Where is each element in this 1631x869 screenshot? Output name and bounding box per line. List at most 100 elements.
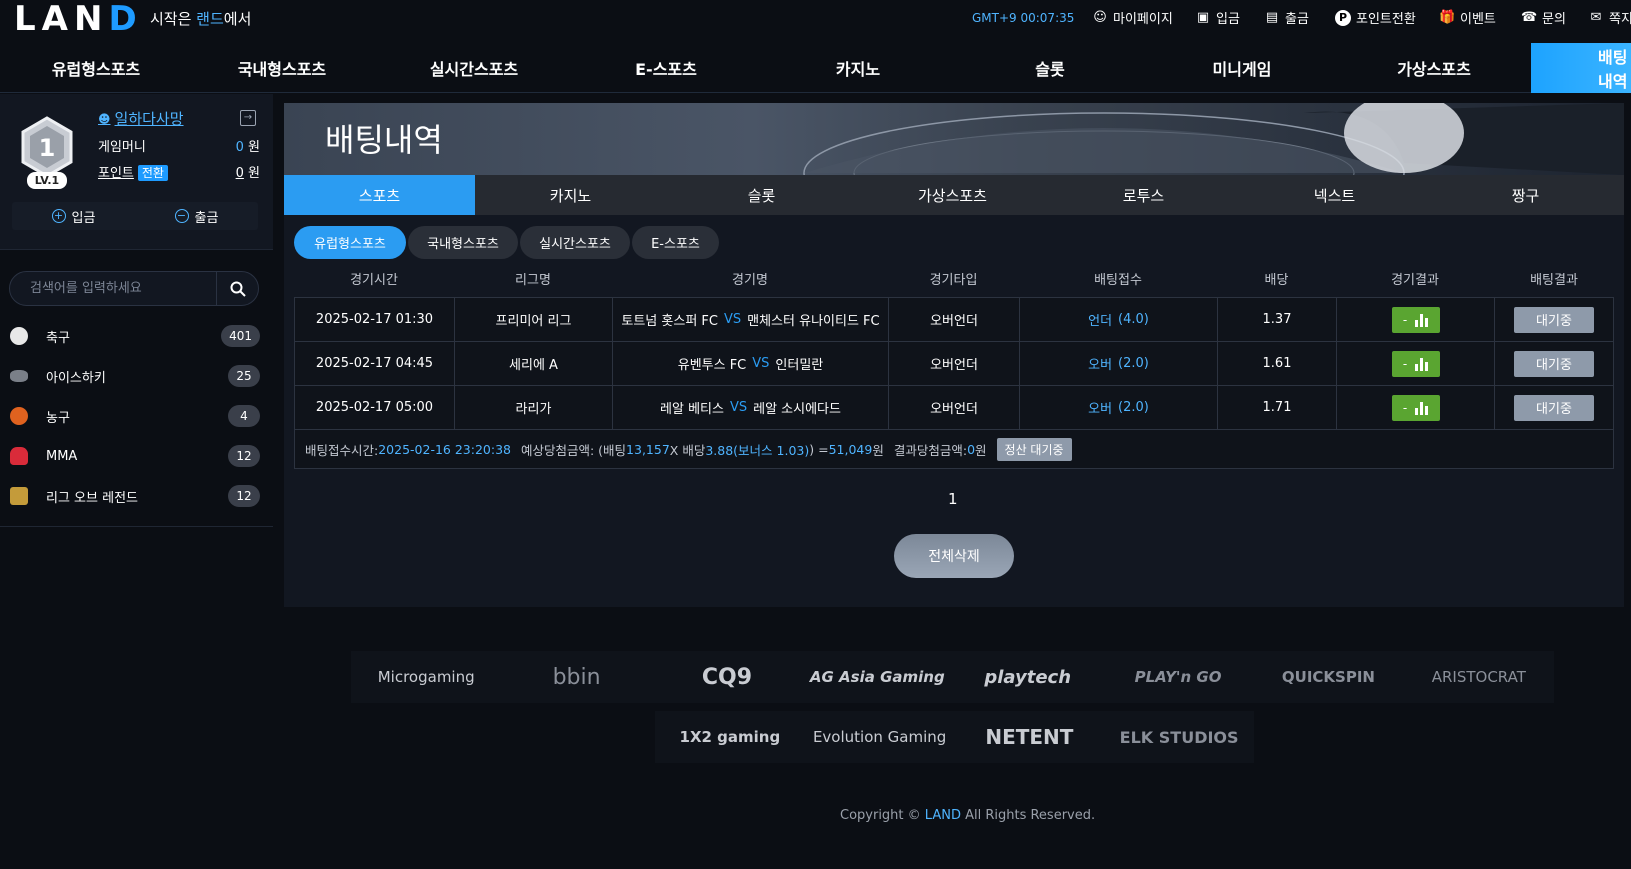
slogan: 시작은 랜드에서 [150,10,252,28]
bet-summary: 배팅접수시간: 2025-02-16 23:20:38 예상당첨금액: (배팅 … [295,430,1613,468]
sidebar-deposit-button[interactable]: + 입금 [12,202,135,230]
sidebar-sport-mma[interactable]: MMA 12 [10,437,260,475]
deposit-withdraw-bar: + 입금 − 출금 [12,202,258,230]
bar-chart-icon [1415,401,1429,415]
col-league: 리그명 [515,273,551,288]
subtab-live-sports[interactable]: 실시간스포츠 [520,226,630,259]
inquiry-link[interactable]: ☎ 문의 [1521,8,1566,28]
col-odds: 배당 [1264,273,1289,288]
subtab-esports[interactable]: E-스포츠 [632,226,719,259]
basketball-icon [10,407,28,425]
tab-slot[interactable]: 슬롯 [666,175,857,215]
mypage-link[interactable]: ☺ 마이페이지 [1092,8,1173,28]
status-badge: 대기중 [1514,394,1594,421]
headset-icon: ☎ [1521,9,1538,25]
search-button[interactable] [216,272,258,305]
col-bet-result: 배팅결과 [1530,273,1578,288]
subtab-domestic-sports[interactable]: 국내형스포츠 [408,226,518,259]
withdraw-link[interactable]: ▤ 출금 [1264,8,1309,28]
col-match-time: 경기시간 [350,273,398,288]
match-result-button[interactable]: - [1391,306,1440,333]
nav-virtual-sports[interactable]: 가상스포츠 [1338,43,1530,93]
point-convert-link[interactable]: P 포인트전환 [1335,8,1416,27]
provider-logo: CQ9 [701,664,753,690]
tab-jjanggu[interactable]: 짱구 [1430,175,1621,215]
main-nav: 유럽형스포츠 국내형스포츠 실시간스포츠 E-스포츠 카지노 슬롯 미니게임 가… [0,43,1631,93]
sidebar-sport-hockey[interactable]: 아이스하키 25 [10,357,260,395]
user-icon: ☻ [98,111,111,126]
table-row: 2025-02-17 01:30 프리미어 리그 토트넘 홋스퍼 FC VS 맨체스… [295,298,1613,342]
search-box [9,271,259,306]
delete-all-button[interactable]: 전체삭제 [894,534,1014,578]
provider-logo: NETENT [985,725,1074,749]
col-match-result: 경기결과 [1391,273,1439,288]
logout-icon[interactable]: → [240,110,256,126]
copyright: Copyright © LAND All Rights Reserved. [840,808,1096,823]
provider-logos-row1: Microgaming bbin CQ9 AG Asia Gaming play… [351,651,1554,703]
user-icon: ☺ [1093,9,1107,25]
nav-domestic-sports[interactable]: 국내형스포츠 [186,43,378,93]
nav-betting-history[interactable]: 배팅내역 [1531,43,1631,93]
page-title: 배팅내역 [325,121,443,159]
table-row: 2025-02-17 05:00 라리가 레알 베티스 VS 레알 소시에다드 오버… [295,386,1613,430]
stadium-illustration [803,103,1624,175]
game-money-label: 게임머니 [98,140,146,155]
provider-logo: PLAY'n GO [1134,668,1222,686]
match-result-button[interactable]: - [1391,350,1440,377]
mail-icon: ✉ [1590,9,1602,25]
col-match: 경기명 [732,273,768,288]
point-label[interactable]: 포인트 [98,166,134,181]
message-link[interactable]: ✉ 쪽지 [1588,8,1631,28]
pagination-page-1[interactable]: 1 [948,490,958,508]
search-input[interactable] [10,272,218,305]
provider-logo: ARISTOCRAT [1431,668,1526,686]
deposit-icon: ▣ [1196,9,1210,25]
provider-logo: playtech [984,666,1072,688]
provider-logo: ELK STUDIOS [1119,727,1239,747]
svg-text:1: 1 [39,134,56,162]
table-row: 2025-02-17 04:45 세리에 A 유벤투스 FC VS 인터밀란 오버언… [295,342,1613,386]
table-header: 경기시간 리그명 경기명 경기타입 배팅접수 배당 경기결과 배팅결과 [294,270,1614,292]
nav-casino[interactable]: 카지노 [762,43,954,93]
game-money-value: 0 원 [235,140,260,155]
subtab-european-sports[interactable]: 유럽형스포츠 [294,226,406,259]
sidebar-divider [0,526,273,527]
point-icon: P [1335,9,1351,26]
match-result-button[interactable]: - [1391,394,1440,421]
username-link[interactable]: ☻ 일하다사망 [98,108,184,129]
status-badge: 대기중 [1514,306,1594,333]
search-icon [230,281,246,297]
deposit-link[interactable]: ▣ 입금 [1195,8,1240,28]
level-label: LV.1 [27,172,67,189]
boxing-glove-icon [10,447,28,465]
tab-next[interactable]: 넥스트 [1239,175,1430,215]
event-link[interactable]: 🎁 이벤트 [1439,8,1496,28]
status-badge: 대기중 [1514,350,1594,377]
tab-lotus[interactable]: 로투스 [1048,175,1239,215]
sidebar-sport-lol[interactable]: 리그 오브 레전드 12 [10,477,260,515]
tab-virtual-sports[interactable]: 가상스포츠 [857,175,1048,215]
nav-minigame[interactable]: 미니게임 [1146,43,1338,93]
sidebar-withdraw-button[interactable]: − 출금 [135,202,258,230]
point-convert-button[interactable]: 전환 [137,165,168,181]
plus-circle-icon: + [51,209,66,223]
bar-chart-icon [1415,357,1429,371]
bet-table: 2025-02-17 01:30 프리미어 리그 토트넘 홋스퍼 FC VS 맨체스… [294,297,1614,469]
gift-icon: 🎁 [1439,9,1456,25]
tab-casino[interactable]: 카지노 [475,175,666,215]
site-logo[interactable]: LAND [14,1,143,37]
nav-live-sports[interactable]: 실시간스포츠 [378,43,570,93]
bar-chart-icon [1415,313,1429,327]
sidebar-sport-basketball[interactable]: 농구 4 [10,397,260,435]
provider-logos-row2: 1X2 gaming Evolution Gaming NETENT ELK S… [655,711,1254,763]
provider-logo: QUICKSPIN [1281,668,1375,686]
sidebar-sport-soccer[interactable]: 축구 401 [10,317,260,355]
provider-logo: 1X2 gaming [679,728,781,746]
nav-european-sports[interactable]: 유럽형스포츠 [0,43,192,93]
nav-esports[interactable]: E-스포츠 [570,43,762,93]
col-type: 경기타입 [929,273,978,288]
tab-sports[interactable]: 스포츠 [284,175,475,215]
soccer-icon [10,327,28,345]
minus-circle-icon: − [174,209,189,223]
nav-slot[interactable]: 슬롯 [954,43,1146,93]
